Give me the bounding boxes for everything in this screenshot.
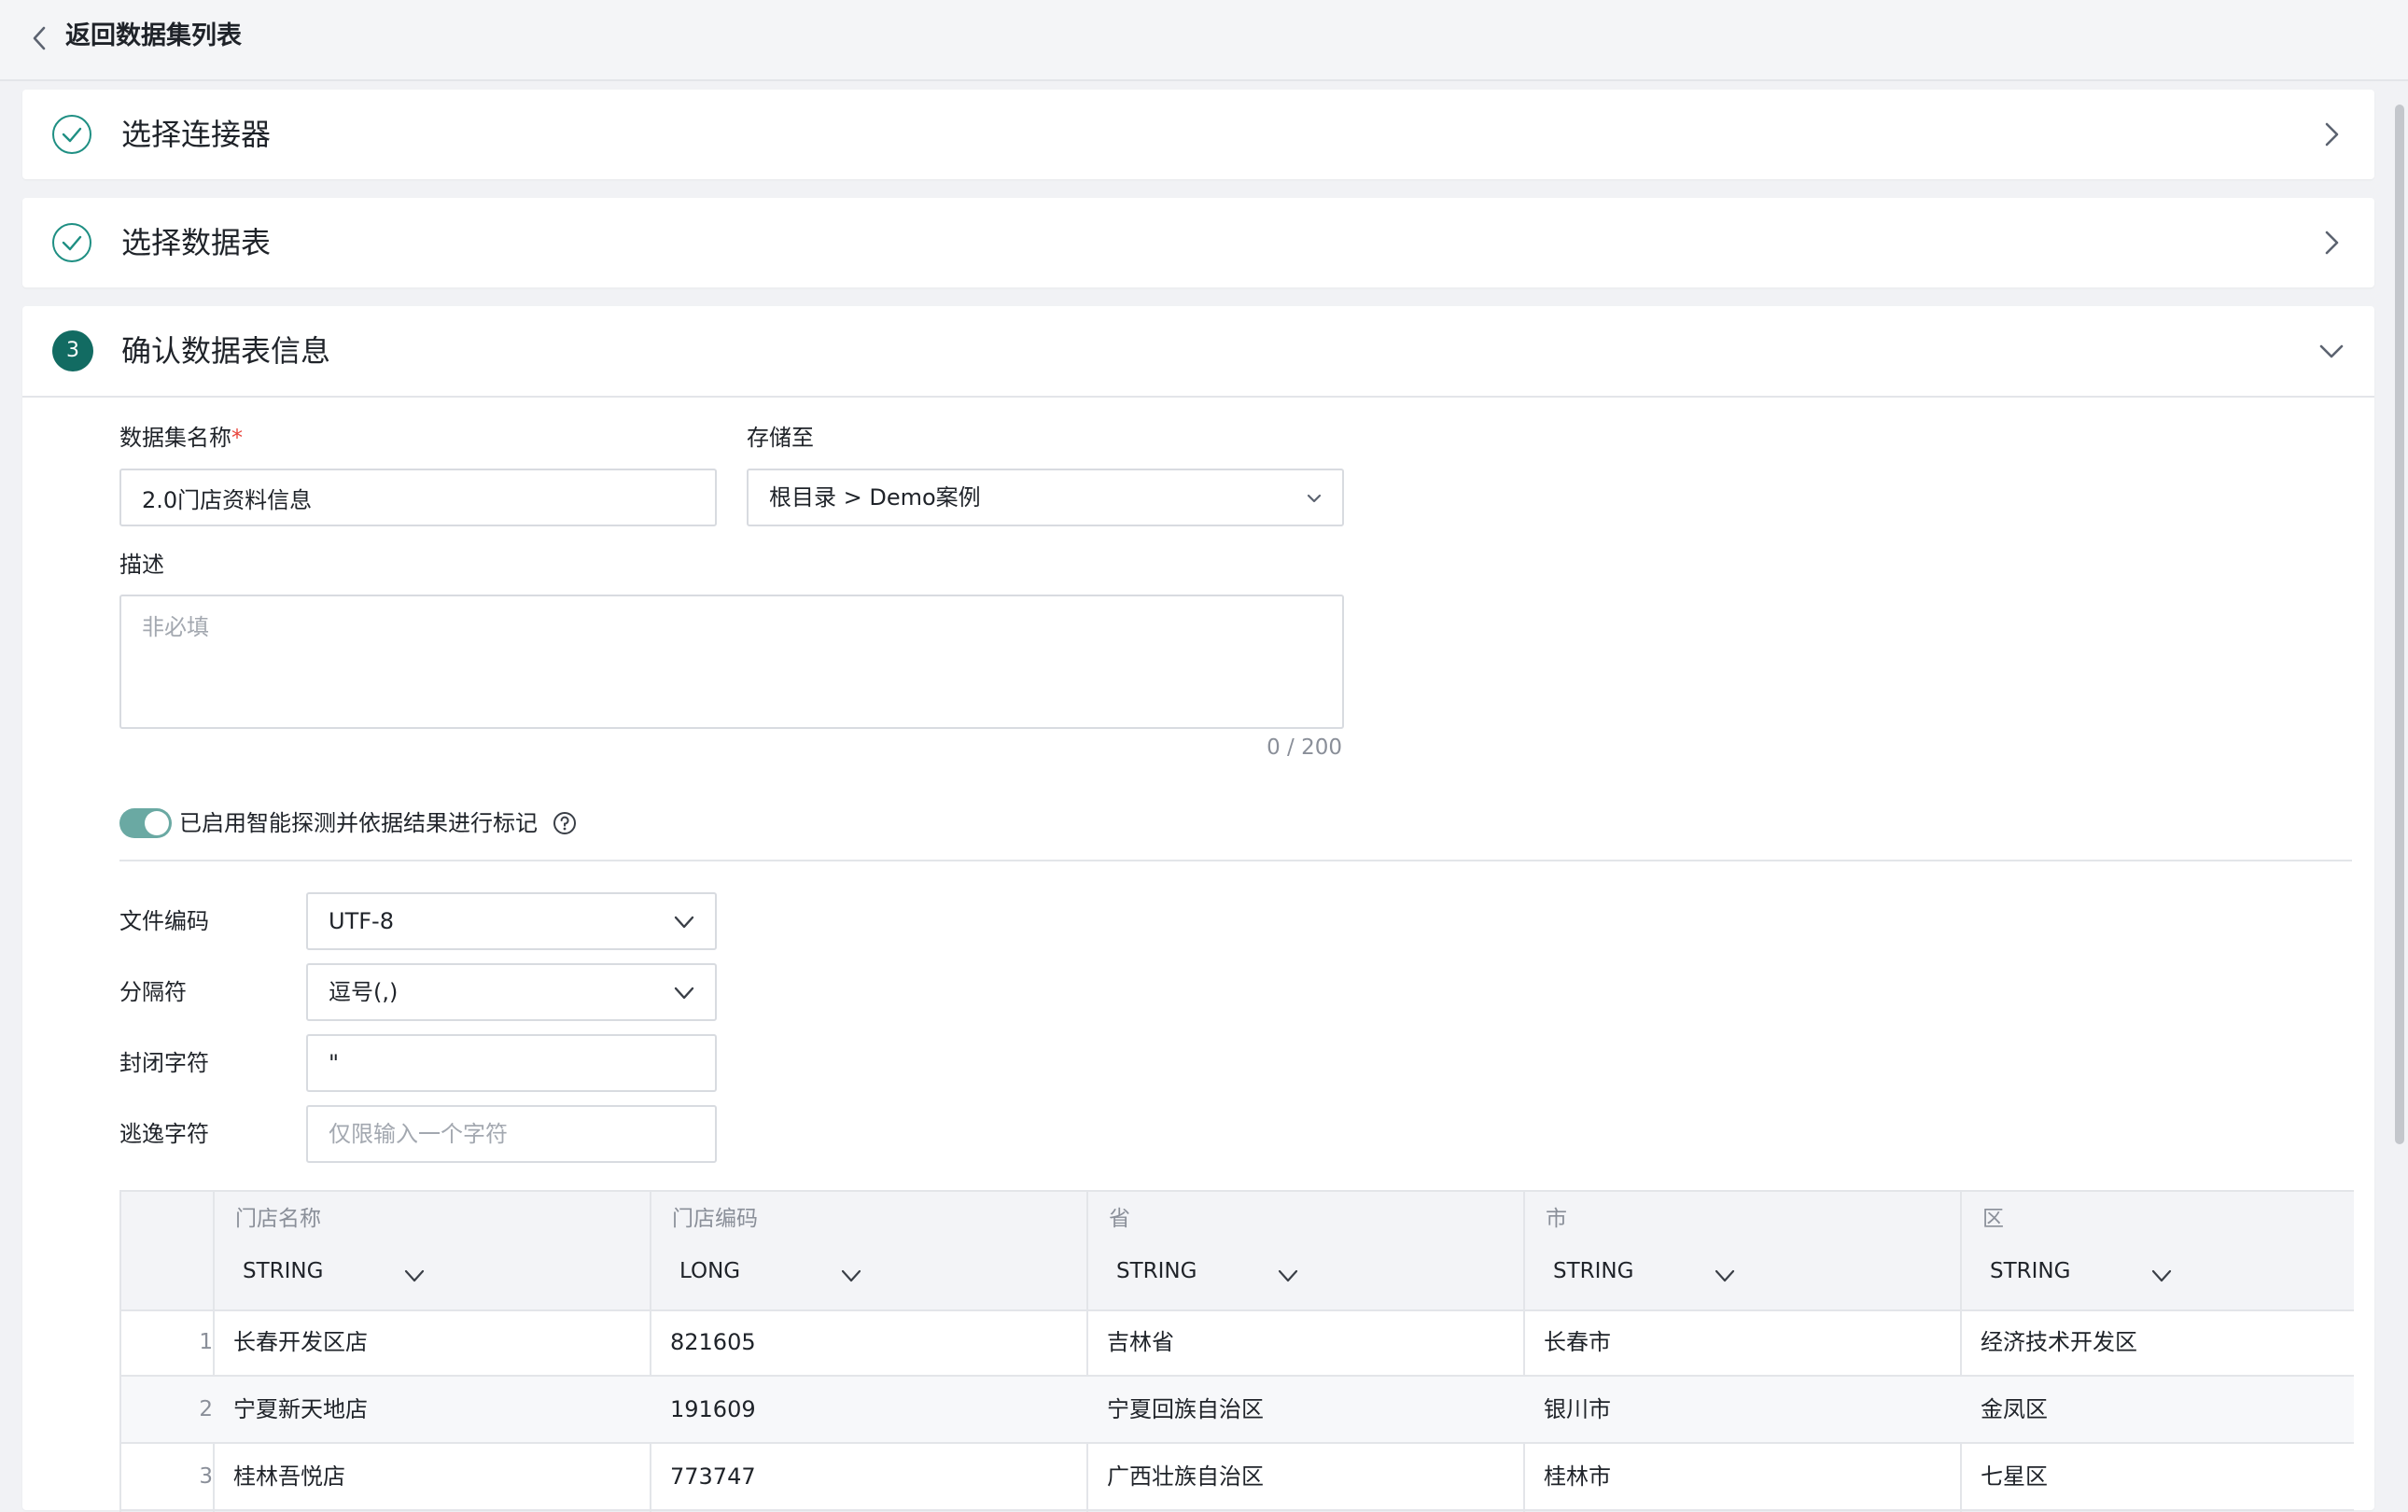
row-index: 1 [199, 1330, 213, 1354]
description-label: 描述 [119, 552, 164, 578]
chevron-down-icon[interactable] [840, 1267, 862, 1289]
smart-detect-toggle[interactable] [119, 808, 172, 838]
row-index: 2 [199, 1397, 213, 1421]
dataset-name-input[interactable] [119, 469, 717, 526]
description-textarea[interactable] [119, 595, 1344, 729]
delimiter-value: 逗号(,) [329, 979, 399, 1005]
table-cell: 银川市 [1544, 1396, 1611, 1422]
required-mark: * [231, 425, 243, 451]
delimiter-select[interactable]: 逗号(,) [306, 963, 717, 1021]
chevron-down-icon [672, 981, 696, 1009]
table-cell: 桂林吾悦店 [233, 1463, 345, 1490]
chevron-down-icon [1305, 489, 1323, 511]
dataset-name-label: 数据集名称* [119, 425, 243, 451]
file-encoding-select[interactable]: UTF-8 [306, 892, 717, 950]
escape-input[interactable] [306, 1105, 717, 1163]
step-number-badge: 3 [52, 330, 93, 371]
table-cell: 七星区 [1981, 1463, 2048, 1490]
file-encoding-value: UTF-8 [329, 908, 394, 934]
check-circle-icon [52, 223, 91, 262]
enclosure-label: 封闭字符 [119, 1050, 209, 1076]
table-cell: 宁夏回族自治区 [1107, 1396, 1264, 1422]
delimiter-label: 分隔符 [119, 979, 187, 1005]
chevron-down-icon[interactable] [1277, 1267, 1299, 1289]
help-icon[interactable] [553, 811, 577, 835]
table-cell: 821605 [670, 1329, 756, 1355]
step-title: 确认数据表信息 [121, 333, 331, 369]
chevron-right-icon[interactable] [2315, 226, 2348, 259]
column-name: 门店编码 [672, 1207, 758, 1231]
table-cell: 金凤区 [1981, 1396, 2048, 1422]
step-select-table[interactable]: 选择数据表 [22, 198, 2374, 287]
column-name: 门店名称 [235, 1207, 321, 1231]
table-cell: 桂林市 [1544, 1463, 1611, 1490]
chevron-down-icon[interactable] [2150, 1267, 2173, 1289]
table-cell: 长春市 [1544, 1329, 1611, 1355]
store-to-value: 根目录 > Demo案例 [769, 484, 981, 511]
chevron-left-icon[interactable] [28, 22, 52, 54]
column-name: 省 [1109, 1207, 1130, 1231]
column-name: 区 [1982, 1207, 2004, 1231]
chevron-right-icon[interactable] [2315, 118, 2348, 151]
table-cell: 长春开发区店 [233, 1329, 368, 1355]
smart-detect-label: 已启用智能探测并依据结果进行标记 [179, 810, 538, 836]
table-cell: 191609 [670, 1396, 756, 1422]
toggle-knob [145, 811, 169, 835]
top-bar: 返回数据集列表 [0, 0, 2408, 81]
store-to-label: 存储至 [747, 425, 814, 451]
chevron-down-icon[interactable] [403, 1267, 426, 1289]
column-type-select[interactable]: STRING [243, 1255, 323, 1287]
step-select-connector[interactable]: 选择连接器 [22, 90, 2374, 179]
table-cell: 广西壮族自治区 [1107, 1463, 1264, 1490]
column-type-select[interactable]: STRING [1553, 1255, 1633, 1287]
check-circle-icon [52, 115, 91, 154]
chevron-down-icon[interactable] [2315, 334, 2348, 368]
table-cell: 吉林省 [1107, 1329, 1174, 1355]
table-cell: 773747 [670, 1463, 756, 1490]
table-cell: 宁夏新天地店 [233, 1396, 368, 1422]
step-header[interactable]: 3 确认数据表信息 [22, 306, 2374, 398]
table-row: 1 长春开发区店 821605 吉林省 长春市 经济技术开发区 [121, 1309, 2354, 1377]
column-type-select[interactable]: STRING [1990, 1255, 2070, 1287]
table-row: 2 宁夏新天地店 191609 宁夏回族自治区 银川市 金凤区 [121, 1377, 2354, 1444]
table-row: 3 桂林吾悦店 773747 广西壮族自治区 桂林市 七星区 [121, 1444, 2354, 1511]
chevron-down-icon [672, 910, 696, 938]
chevron-down-icon[interactable] [1714, 1267, 1736, 1289]
enclosure-input[interactable] [306, 1034, 717, 1092]
step-title: 选择连接器 [121, 117, 272, 152]
column-type-select[interactable]: LONG [679, 1255, 740, 1287]
page-scrollbar[interactable] [2395, 105, 2404, 1144]
table-cell: 经济技术开发区 [1981, 1329, 2137, 1355]
back-to-dataset-list-link[interactable]: 返回数据集列表 [65, 19, 242, 54]
divider [119, 860, 2352, 861]
escape-label: 逃逸字符 [119, 1121, 209, 1147]
column-name: 市 [1546, 1207, 1567, 1231]
row-index: 3 [199, 1464, 213, 1489]
store-to-select[interactable]: 根目录 > Demo案例 [747, 469, 1344, 526]
data-preview-table: 门店名称 STRING 门店编码 LONG 省 STRING 市 STRING … [119, 1190, 2354, 1512]
step-title: 选择数据表 [121, 225, 272, 260]
description-char-counter: 0 / 200 [1267, 735, 1342, 760]
file-encoding-label: 文件编码 [119, 908, 209, 934]
column-type-select[interactable]: STRING [1116, 1255, 1197, 1287]
